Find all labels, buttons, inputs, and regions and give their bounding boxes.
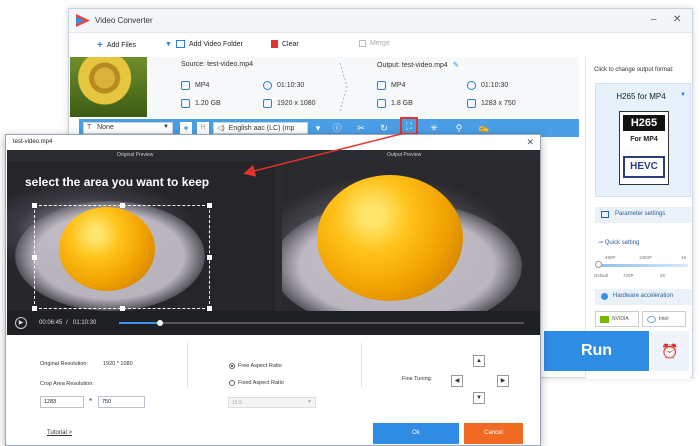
annotation-arrow-icon [243,132,406,177]
screenshot-stage: Video Converter – ✕ + Add Files ▼ Add Vi… [0,0,700,446]
